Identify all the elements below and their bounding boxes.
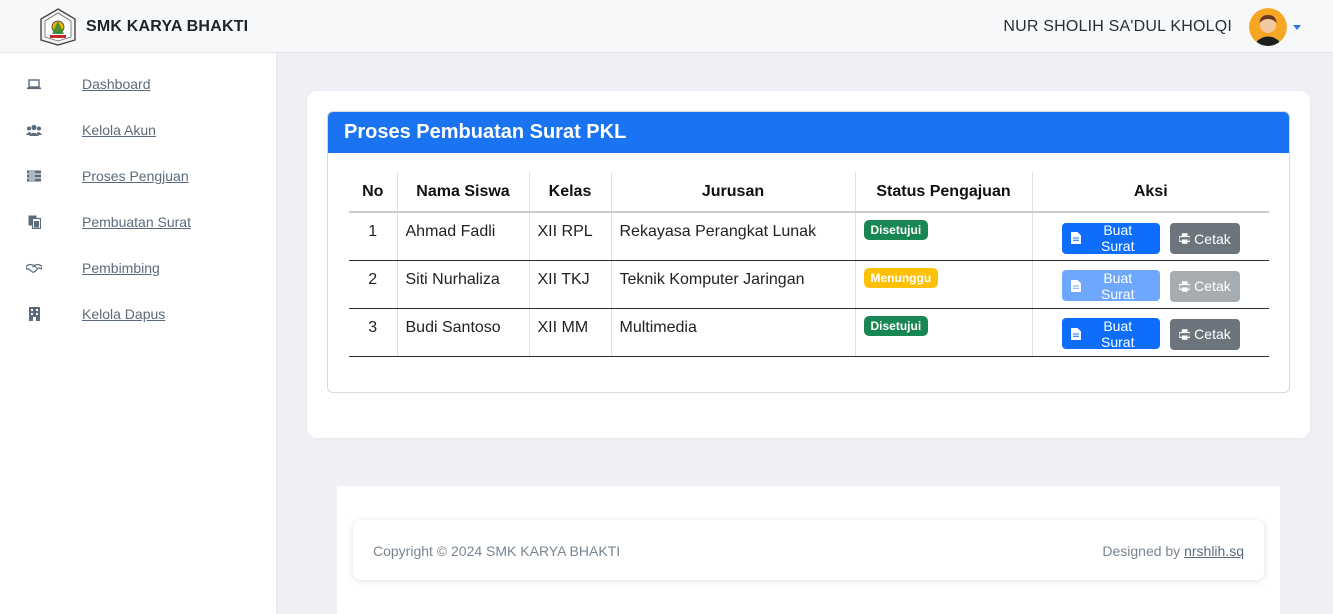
chevron-down-icon[interactable] <box>1293 24 1301 30</box>
handshake-icon <box>26 260 42 276</box>
main-panel: Proses Pembuatan Surat PKL No Nama Siswa… <box>307 91 1310 438</box>
cell-text: 3 <box>368 319 378 336</box>
designed-by-prefix: Designed by <box>1102 543 1185 559</box>
column-header: Nama Siswa <box>397 172 530 213</box>
print-icon <box>1178 329 1191 340</box>
brand[interactable]: SMK KARYA BHAKTI <box>38 7 248 47</box>
laptop-icon <box>26 76 42 92</box>
cell-text: Siti Nurhaliza <box>405 271 500 288</box>
sidebar-item-label[interactable]: Pembuatan Surat <box>82 214 191 230</box>
sidebar-item-label[interactable]: Dashboard <box>82 76 151 92</box>
cell-text: Rekayasa Perangkat Lunak <box>619 223 817 241</box>
brand-name: SMK KARYA BHAKTI <box>86 18 249 35</box>
cell-status: Disetujui <box>855 308 1033 357</box>
file-icon <box>1070 327 1081 340</box>
cell-jurusan: Rekayasa Perangkat Lunak <box>611 212 856 261</box>
cetak-button[interactable]: Cetak <box>1169 223 1240 254</box>
column-header: Kelas <box>529 172 612 213</box>
status-badge: Menunggu <box>863 268 939 288</box>
sidebar-item-pembimbing[interactable]: Pembimbing <box>0 253 277 283</box>
print-icon <box>1178 233 1191 244</box>
cell-kelas: XII RPL <box>529 212 612 261</box>
cell-nama: Budi Santoso <box>397 308 530 357</box>
avatar[interactable] <box>1249 8 1287 46</box>
button-label: Buat Surat <box>1101 222 1135 254</box>
status-badge: Disetujui <box>863 316 929 336</box>
copyright-text: Copyright © 2024 SMK KARYA BHAKTI <box>373 543 621 559</box>
column-header: No <box>349 172 398 213</box>
cell-kelas: XII TKJ <box>529 260 612 309</box>
buat-surat-button[interactable]: Buat Surat <box>1061 222 1160 254</box>
sidebar-item-label[interactable]: Kelola Akun <box>82 122 156 138</box>
cell-status: Disetujui <box>855 212 1033 261</box>
cell-text: 2 <box>368 271 378 288</box>
user-menu[interactable]: NUR SHOLIH SA'DUL KHOLQI <box>1003 8 1301 46</box>
file-icon <box>1070 232 1081 244</box>
cell-aksi: Buat Surat Cetak <box>1032 212 1269 261</box>
table-header-row: No Nama Siswa Kelas Jurusan Status Penga… <box>349 172 1269 213</box>
list-icon <box>26 168 42 184</box>
cell-text: XII RPL <box>537 223 593 241</box>
print-icon <box>1178 281 1191 292</box>
sidebar-item-pembuatan-surat[interactable]: Pembuatan Surat <box>0 207 277 237</box>
sidebar-item-label[interactable]: Pembimbing <box>82 260 160 276</box>
cell-jurusan: Multimedia <box>611 308 856 357</box>
table-row: 3 Budi Santoso XII MM Multimedia Disetuj… <box>349 308 1269 357</box>
button-label: Cetak <box>1194 230 1231 247</box>
top-navbar: SMK KARYA BHAKTI NUR SHOLIH SA'DUL KHOLQ… <box>0 0 1333 53</box>
footer: Copyright © 2024 SMK KARYA BHAKTI Design… <box>353 520 1264 580</box>
button-label: Cetak <box>1194 326 1231 343</box>
column-header: Aksi <box>1032 172 1269 213</box>
cell-aksi: Buat Surat Cetak <box>1032 260 1269 309</box>
sidebar-item-label[interactable]: Proses Pengjuan <box>82 168 189 184</box>
designer-link[interactable]: nrshlih.sq <box>1184 543 1244 559</box>
button-label: Cetak <box>1194 278 1231 295</box>
surat-table: No Nama Siswa Kelas Jurusan Status Penga… <box>349 172 1269 357</box>
buat-surat-button[interactable]: Buat Surat <box>1061 317 1160 350</box>
footer-area: Copyright © 2024 SMK KARYA BHAKTI Design… <box>337 486 1280 614</box>
table-row: 1 Ahmad Fadli XII RPL Rekayasa Perangkat… <box>349 212 1269 261</box>
school-logo-icon <box>40 8 76 46</box>
sidebar-item-kelola-dapus[interactable]: Kelola Dapus <box>0 299 277 329</box>
column-header: Status Pengajuan <box>855 172 1033 213</box>
cell-text: Teknik Komputer Jaringan <box>619 271 805 288</box>
cell-text: 1 <box>368 223 378 241</box>
cell-text: Multimedia <box>619 319 697 336</box>
file-icon <box>1070 279 1081 292</box>
card-title: Proses Pembuatan Surat PKL <box>328 112 1289 153</box>
sidebar-item-kelola-akun[interactable]: Kelola Akun <box>0 115 277 145</box>
cetak-button[interactable]: Cetak <box>1169 318 1240 350</box>
cell-kelas: XII MM <box>529 308 612 357</box>
cell-no: 1 <box>349 212 398 261</box>
cell-text: Ahmad Fadli <box>405 223 496 241</box>
sidebar-item-proses-pengjuan[interactable]: Proses Pengjuan <box>0 161 277 191</box>
column-header: Jurusan <box>611 172 856 213</box>
cell-status: Menunggu <box>855 260 1033 309</box>
cell-text: XII TKJ <box>537 271 590 288</box>
cell-aksi: Buat Surat Cetak <box>1032 308 1269 357</box>
designed-by: Designed by nrshlih.sq <box>1102 543 1244 559</box>
cell-no: 2 <box>349 260 398 309</box>
button-label: Buat Surat <box>1101 317 1135 350</box>
cell-nama: Ahmad Fadli <box>397 212 530 261</box>
buat-surat-button: Buat Surat <box>1061 269 1160 302</box>
cell-nama: Siti Nurhaliza <box>397 260 530 309</box>
table-row: 2 Siti Nurhaliza XII TKJ Teknik Komputer… <box>349 260 1269 309</box>
copy-icon <box>26 214 42 230</box>
cell-text: XII MM <box>537 319 589 336</box>
sidebar: Dashboard Kelola Akun Proses Pengjuan Pe… <box>0 53 277 614</box>
cetak-button: Cetak <box>1169 270 1240 302</box>
status-badge: Disetujui <box>863 220 929 241</box>
sidebar-item-dashboard[interactable]: Dashboard <box>0 69 277 99</box>
user-name: NUR SHOLIH SA'DUL KHOLQI <box>1003 18 1232 35</box>
cell-text: Budi Santoso <box>405 319 501 336</box>
users-icon <box>26 122 42 138</box>
button-label: Buat Surat <box>1101 269 1135 302</box>
sidebar-item-label[interactable]: Kelola Dapus <box>82 306 165 322</box>
cell-jurusan: Teknik Komputer Jaringan <box>611 260 856 309</box>
building-icon <box>26 306 42 322</box>
cell-no: 3 <box>349 308 398 357</box>
surat-pkl-card: Proses Pembuatan Surat PKL No Nama Siswa… <box>327 111 1290 393</box>
